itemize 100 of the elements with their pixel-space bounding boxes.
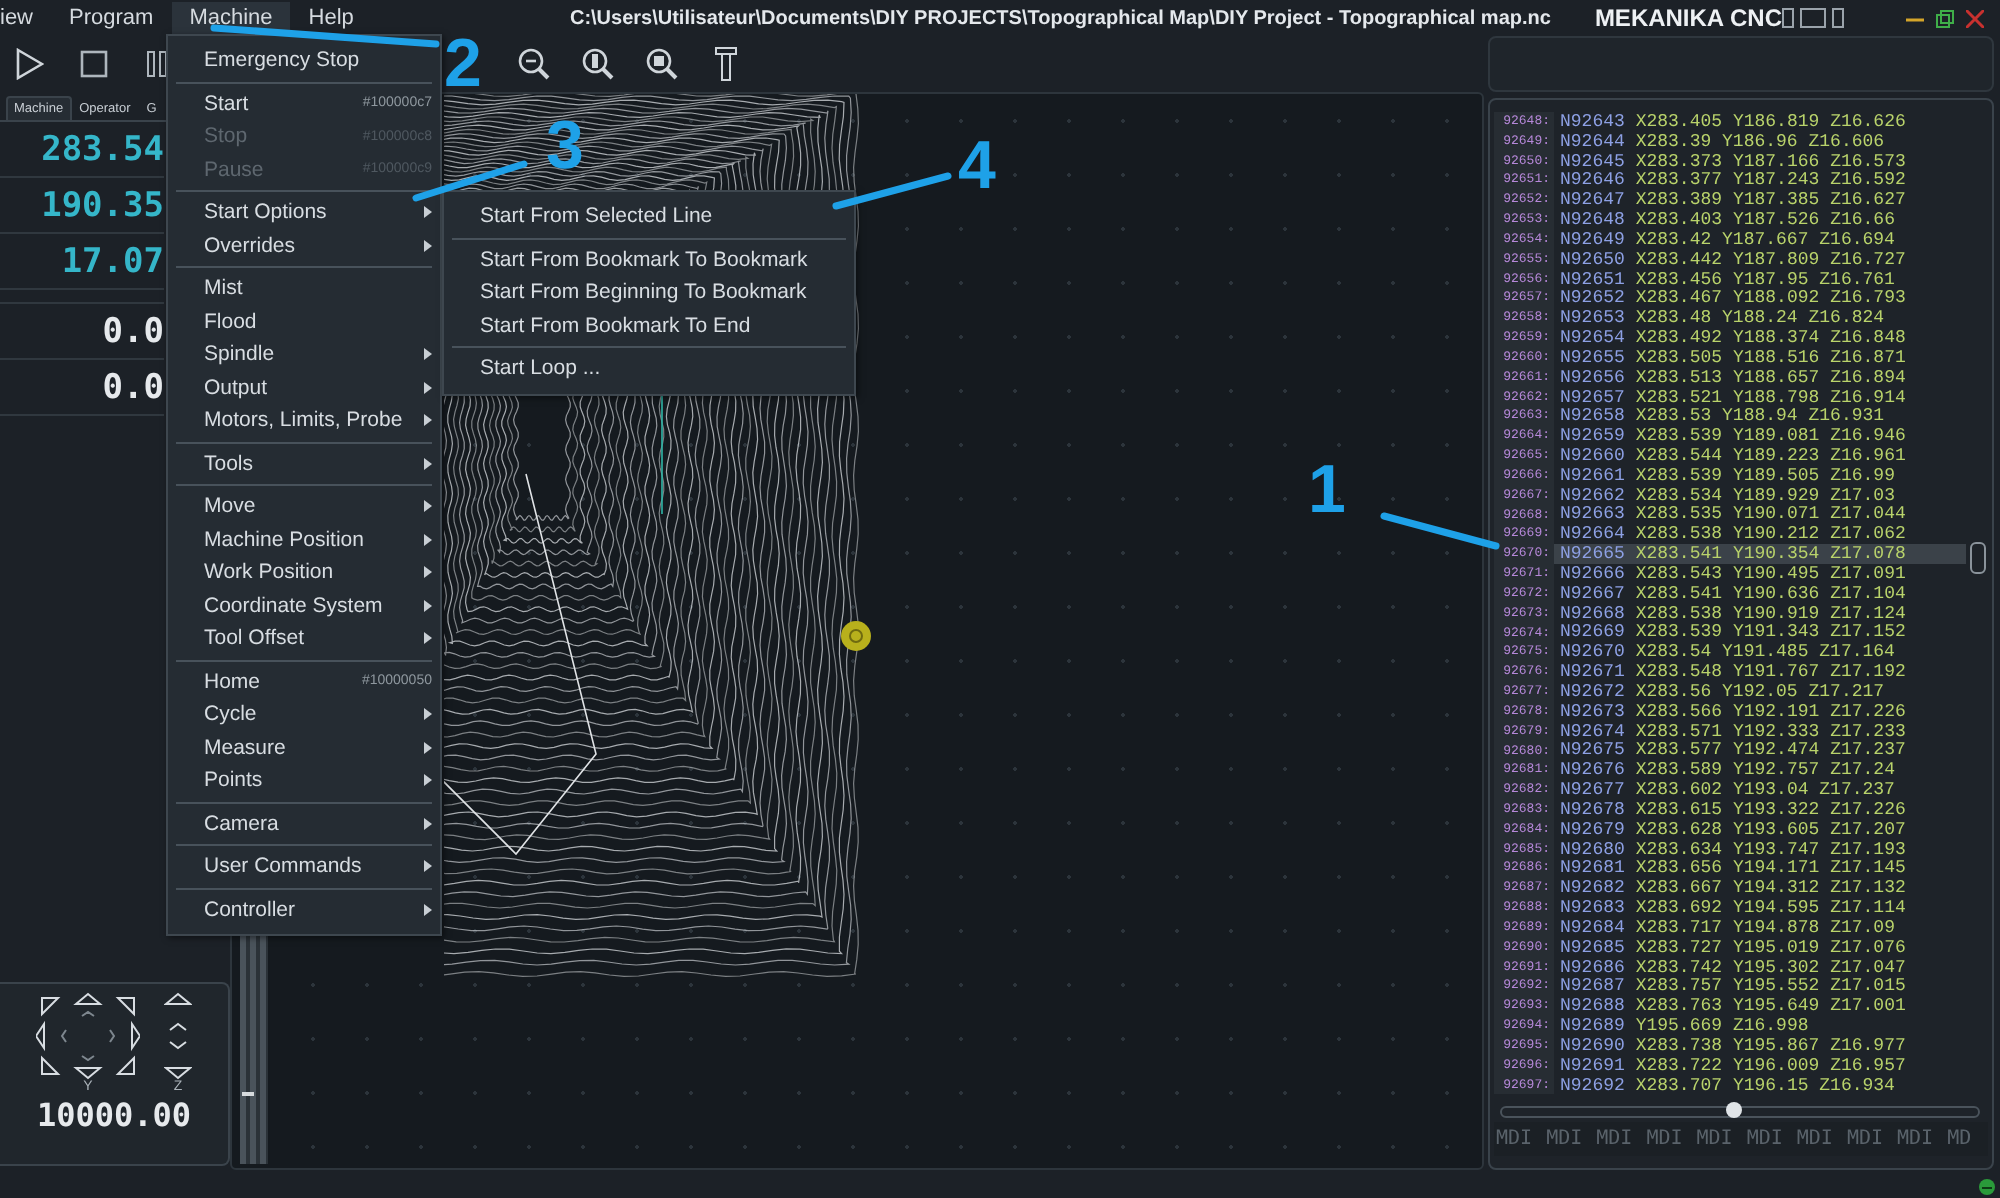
maximize-icon[interactable] — [1936, 9, 1954, 27]
submenu-arrow-icon — [424, 457, 432, 470]
menu-item[interactable]: Start Options — [168, 196, 440, 229]
menu-item-label: Emergency Stop — [204, 48, 360, 73]
submenu-arrow-icon — [424, 774, 432, 787]
annotation-number: 2 — [444, 38, 482, 93]
close-icon[interactable] — [1966, 9, 1984, 27]
menu-item[interactable]: Controller — [168, 893, 440, 926]
gcode-text: N92646 X283.377 Y187.243 Z16.592 — [1558, 170, 1906, 191]
menu-item[interactable]: Overrides — [168, 229, 440, 262]
menu-item-label: Work Position — [204, 560, 334, 585]
menu-item[interactable]: Machine Position — [168, 523, 440, 556]
window-title: C:\Users\Utilisateur\Documents\DIY PROJECTS\Topographical Map\DIY Project - Topographical map.nc — [569, 7, 1551, 29]
menu-item[interactable]: Tool Offset — [168, 622, 440, 655]
menu-item[interactable]: Start From Bookmark To Bookmark — [444, 243, 854, 276]
menu-title[interactable]: Program — [51, 2, 172, 34]
menu-item[interactable]: Spindle — [168, 338, 440, 371]
tool-position-icon — [840, 620, 872, 652]
scrollbar-handle[interactable] — [1726, 1102, 1742, 1119]
gcode-text: N92656 X283.513 Y188.657 Z16.894 — [1558, 367, 1906, 388]
menu-item-label: Start From Beginning To Bookmark — [480, 280, 807, 305]
gcode-text: N92687 X283.757 Y195.552 Z17.015 — [1558, 976, 1906, 997]
gcode-text: N92665 X283.541 Y190.354 Z17.078 — [1558, 544, 1906, 565]
menu-item[interactable]: Start From Beginning To Bookmark — [444, 276, 854, 309]
menu-item-label: Overrides — [204, 233, 296, 258]
menu-item-label: Move — [204, 494, 256, 519]
menu-item-label: Cycle — [204, 702, 257, 727]
mdi-placeholder: MDI — [1696, 1128, 1733, 1151]
submenu-arrow-icon — [424, 381, 432, 394]
axis-readout: 283.54 — [41, 129, 164, 169]
menu-item[interactable]: Measure — [168, 731, 440, 764]
menu-title[interactable]: iew — [0, 2, 52, 34]
menu-title[interactable]: Help — [290, 2, 372, 34]
gcode-text: N92649 X283.42 Y187.667 Z16.694 — [1558, 229, 1895, 250]
gcode-text: N92691 X283.722 Y196.009 Z16.957 — [1558, 1055, 1906, 1076]
app-name: MEKANIKA CNC — [1594, 4, 1782, 32]
xy-jog-arrows-icon[interactable] — [36, 992, 140, 1080]
menu-item[interactable]: Motors, Limits, Probe — [168, 404, 440, 437]
vertical-slider[interactable] — [240, 934, 268, 1164]
menu-item[interactable]: Flood — [168, 305, 440, 338]
mdi-placeholder: MDI — [1646, 1128, 1683, 1151]
gcode-text: N92651 X283.456 Y187.95 Z16.761 — [1558, 269, 1895, 290]
gcode-text: N92682 X283.667 Y194.312 Z17.132 — [1558, 878, 1906, 899]
menu-item-label: User Commands — [204, 854, 362, 879]
gcode-text: N92659 X283.539 Y189.081 Z16.946 — [1558, 426, 1906, 447]
menu-item[interactable]: User Commands — [168, 850, 440, 883]
feed-rate-value: 10000.00 — [36, 1096, 192, 1134]
menu-item[interactable]: Start From Bookmark To End — [444, 309, 854, 342]
gcode-text: N92690 X283.738 Y195.867 Z16.977 — [1558, 1035, 1906, 1056]
menu-item[interactable]: Work Position — [168, 556, 440, 589]
gcode-text: N92673 X283.566 Y192.191 Z17.226 — [1558, 701, 1906, 722]
gcode-text: N92678 X283.615 Y193.322 Z17.226 — [1558, 799, 1906, 820]
gcode-text: N92664 X283.538 Y190.212 Z17.062 — [1558, 524, 1906, 545]
menu-item[interactable]: Start Loop ... — [444, 352, 854, 385]
mdi-placeholder: MDI — [1496, 1128, 1533, 1151]
gcode-text: N92692 X283.707 Y196.15 Z16.934 — [1558, 1075, 1895, 1095]
scrollbar-thumb[interactable] — [1970, 542, 1986, 574]
mdi-placeholder: MDI — [1746, 1128, 1783, 1151]
menu-item[interactable]: Camera — [168, 807, 440, 840]
menu-item[interactable]: Emergency Stop — [168, 44, 440, 77]
menu-item[interactable]: Points — [168, 764, 440, 797]
gcode-text: N92648 X283.403 Y187.526 Z16.66 — [1558, 210, 1895, 231]
axis-readout: 0.0 — [102, 311, 164, 351]
menu-item-label: Start Loop ... — [480, 356, 601, 381]
menu-item-label: Start From Bookmark To End — [480, 313, 751, 338]
menu-item-label: Measure — [204, 735, 286, 760]
gcode-text: N92668 X283.538 Y190.919 Z17.124 — [1558, 603, 1906, 624]
menu-item[interactable]: Mist — [168, 272, 440, 305]
submenu-arrow-icon — [424, 903, 432, 916]
gcode-text: N92657 X283.521 Y188.798 Z16.914 — [1558, 387, 1906, 408]
menu-item[interactable]: Move — [168, 490, 440, 523]
submenu-arrow-icon — [424, 860, 432, 873]
submenu-arrow-icon — [424, 206, 432, 219]
z-jog-arrows-icon[interactable] — [164, 992, 192, 1080]
gcode-text: N92658 X283.53 Y188.94 Z16.931 — [1558, 406, 1885, 427]
menu-item[interactable]: Cycle — [168, 698, 440, 731]
gcode-text: N92676 X283.589 Y192.757 Z17.24 — [1558, 760, 1895, 781]
gcode-text: N92674 X283.571 Y192.333 Z17.233 — [1558, 721, 1906, 742]
menu-item-label: Controller — [204, 897, 296, 922]
gcode-text: N92688 X283.763 Y195.649 Z17.001 — [1558, 996, 1906, 1017]
gcode-text: N92689 Y195.669 Z16.998 — [1558, 1016, 1809, 1037]
menu-item-label: Start Options — [204, 200, 327, 225]
mdi-placeholder: MDI — [1846, 1128, 1883, 1151]
connection-status-icon — [1978, 1177, 1996, 1195]
gcode-text: N92686 X283.742 Y195.302 Z17.047 — [1558, 957, 1906, 978]
submenu-arrow-icon — [424, 414, 432, 427]
gcode-text: N92670 X283.54 Y191.485 Z17.164 — [1558, 642, 1895, 663]
mdi-placeholder: MDI — [1796, 1128, 1833, 1151]
gcode-text: N92683 X283.692 Y194.595 Z17.114 — [1558, 898, 1906, 919]
menu-item[interactable]: Output — [168, 371, 440, 404]
menu-item[interactable]: Start From Selected Line — [444, 200, 854, 233]
menu-item[interactable]: Coordinate System — [168, 589, 440, 622]
annotation-line — [832, 172, 952, 210]
gcode-text: N92671 X283.548 Y191.767 Z17.192 — [1558, 662, 1906, 683]
horizontal-scrollbar[interactable] — [1500, 1106, 1980, 1119]
menu-item-label: Machine Position — [204, 527, 364, 552]
menu-item[interactable]: Tools — [168, 447, 440, 480]
menu-item-label: Output — [204, 375, 268, 400]
gcode-text: N92645 X283.373 Y187.166 Z16.573 — [1558, 151, 1906, 172]
menu-item-label: Spindle — [204, 342, 275, 367]
